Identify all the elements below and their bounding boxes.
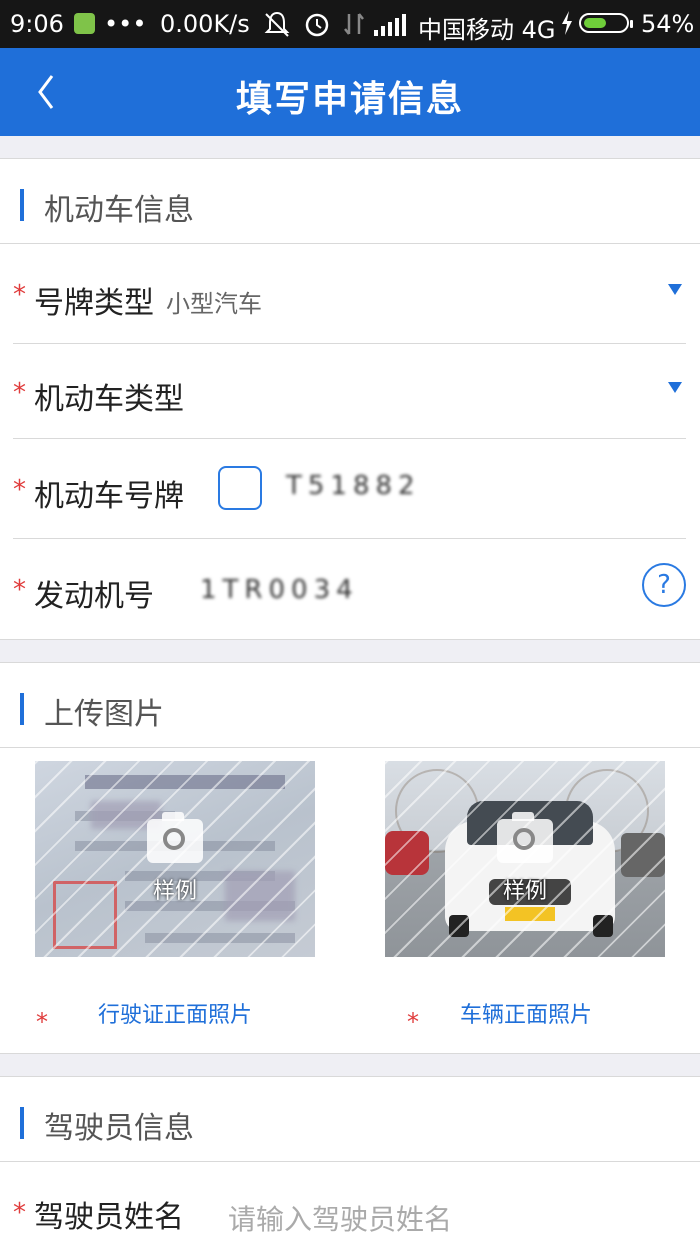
vehicle-type-row[interactable]: * 机动车类型 [0, 344, 700, 439]
engine-number-input[interactable]: 1TR0034 [200, 575, 359, 605]
required-mark: * [13, 1198, 26, 1228]
section-title: 上传图片 [44, 697, 164, 732]
driver-name-row: * 驾驶员姓名 请输入驾驶员姓名 [0, 1162, 700, 1257]
more-notifications: ••• [104, 10, 147, 38]
carrier-label: 中国移动 4G [418, 16, 556, 44]
section-header: 机动车信息 [0, 159, 700, 244]
battery-icon [579, 13, 633, 33]
plate-number-row: * 机动车号牌 T51882 [0, 439, 700, 539]
app-notification-icon [74, 13, 95, 34]
driver-name-input[interactable]: 请输入驾驶员姓名 [228, 1198, 452, 1238]
camera-icon [147, 812, 203, 863]
vehicle-photo-label[interactable]: 车辆正面照片 [460, 997, 592, 1029]
signal-icon [374, 14, 408, 42]
alarm-icon [303, 10, 331, 44]
vehicle-photo-upload[interactable]: 样例 [385, 761, 665, 957]
section-title: 机动车信息 [44, 193, 194, 228]
section-accent-bar [20, 693, 24, 725]
driver-info-section: 驾驶员信息 * 驾驶员姓名 请输入驾驶员姓名 [0, 1076, 700, 1257]
section-header: 上传图片 [0, 663, 700, 748]
section-accent-bar [20, 1107, 24, 1139]
charging-icon [560, 10, 574, 42]
section-header: 驾驶员信息 [0, 1077, 700, 1162]
required-mark: * [13, 475, 26, 505]
plate-province-selector[interactable] [218, 466, 262, 510]
dropdown-caret-icon [668, 284, 682, 295]
required-mark: * [13, 575, 26, 605]
plate-number-label: 机动车号牌 [34, 479, 184, 514]
required-mark: * [13, 280, 26, 310]
upload-section: 上传图片 样例 样例 * 行驶证正面照片 * 车辆正面照片 [0, 662, 700, 1054]
camera-icon [497, 812, 553, 863]
help-button[interactable]: ? [642, 563, 686, 607]
status-bar: 9:06 ••• 0.00K/s 中国移动 4G 54% [0, 0, 700, 48]
title-bar: 填写申请信息 [0, 48, 700, 136]
required-mark: * [407, 1008, 419, 1036]
driver-name-label: 驾驶员姓名 [34, 1200, 184, 1235]
license-photo-label[interactable]: 行驶证正面照片 [98, 997, 252, 1029]
sample-label: 样例 [153, 879, 198, 904]
battery-percent: 54% [641, 10, 695, 38]
engine-number-label: 发动机号 [34, 579, 154, 614]
network-speed: 0.00K/s [160, 10, 250, 38]
vehicle-info-section: 机动车信息 * 号牌类型 小型汽车 * 机动车类型 * 机动车号牌 T51882… [0, 158, 700, 640]
dropdown-caret-icon [668, 382, 682, 393]
mute-icon [262, 10, 292, 44]
sample-label: 样例 [503, 879, 548, 904]
plate-type-value: 小型汽车 [166, 290, 262, 318]
required-mark: * [36, 1008, 48, 1036]
data-arrows-icon [343, 10, 365, 44]
plate-type-label: 号牌类型 [34, 286, 154, 321]
engine-number-row: * 发动机号 1TR0034 ? [0, 539, 700, 639]
plate-type-row[interactable]: * 号牌类型 小型汽车 [0, 244, 700, 344]
page-title: 填写申请信息 [235, 79, 464, 120]
required-mark: * [13, 378, 26, 408]
license-photo-upload[interactable]: 样例 [35, 761, 315, 957]
section-accent-bar [20, 189, 24, 221]
vehicle-type-label: 机动车类型 [34, 382, 184, 417]
plate-number-input[interactable]: T51882 [286, 471, 421, 501]
status-time: 9:06 [10, 10, 64, 38]
section-title: 驾驶员信息 [44, 1111, 194, 1146]
